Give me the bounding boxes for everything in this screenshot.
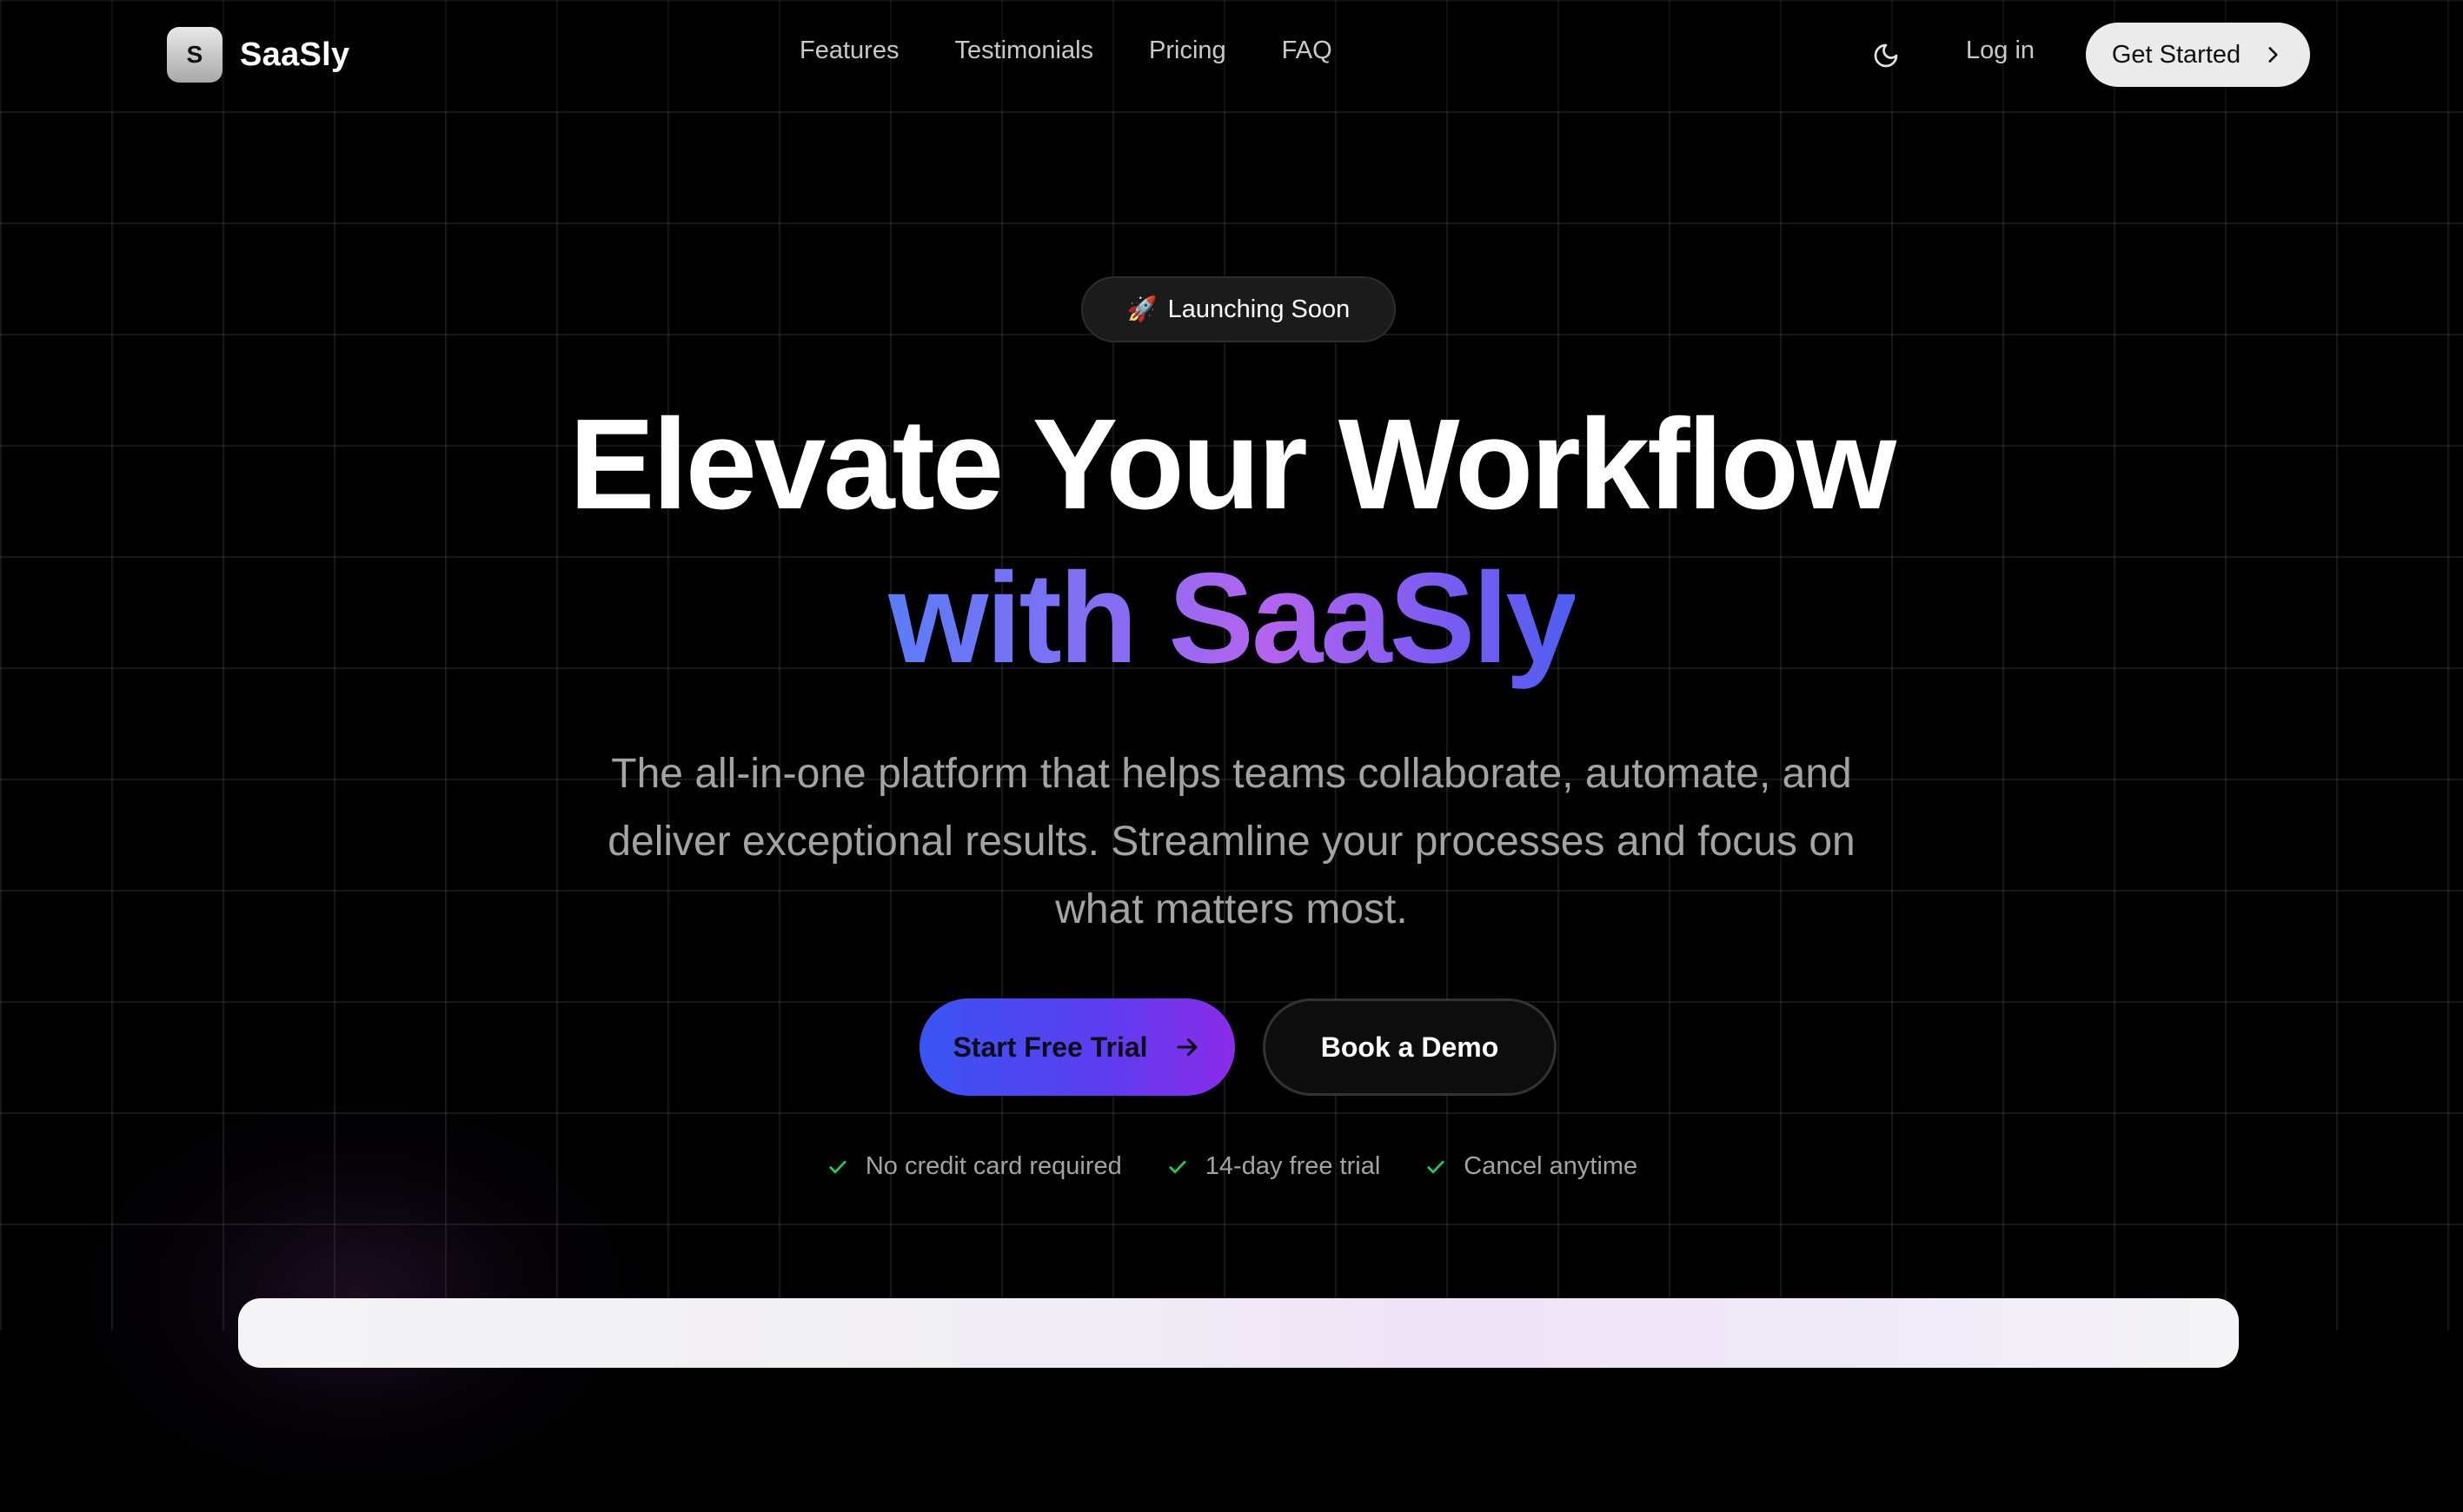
nav-link-pricing[interactable]: Pricing [1149,36,1226,65]
book-demo-label: Book a Demo [1320,1031,1499,1063]
login-link[interactable]: Log in [1966,36,2035,65]
brand-logo: S [167,27,222,83]
start-free-trial-button[interactable]: Start Free Trial [919,998,1235,1096]
nav-link-testimonials[interactable]: Testimonials [954,36,1093,65]
brand-name: SaaSly [240,36,350,73]
perk-label: Cancel anytime [1464,1152,1638,1180]
theme-toggle-button[interactable] [1869,38,1903,73]
moon-icon [1874,43,1898,68]
hero-perks: No credit card required 14-day free tria… [0,1152,2463,1181]
launching-soon-badge: 🚀 Launching Soon [1081,276,1396,342]
nav-link-faq[interactable]: FAQ [1282,36,1332,65]
nav-link-features[interactable]: Features [800,36,899,65]
perk-item: Cancel anytime [1424,1152,1637,1181]
badge-label: Launching Soon [1167,295,1351,323]
start-free-trial-label: Start Free Trial [953,1031,1148,1063]
check-icon [1427,1160,1444,1173]
nav-links: Features Testimonials Pricing FAQ [800,36,1332,65]
perk-label: 14-day free trial [1205,1152,1381,1180]
chevron-right-icon [2268,47,2278,63]
brand[interactable]: S SaaSly [167,27,349,83]
hero-headline-line2: with SaaSly [0,545,2463,693]
perk-item: No credit card required [826,1152,1122,1181]
perk-label: No credit card required [865,1152,1122,1180]
book-demo-button[interactable]: Book a Demo [1263,998,1557,1096]
product-preview-card [238,1298,2239,1368]
hero-description: The all-in-one platform that helps teams… [536,740,1927,944]
get-started-button[interactable]: Get Started [2086,23,2310,87]
hero-headline-line1: Elevate Your Workflow [568,393,1896,536]
rocket-icon: 🚀 [1126,295,1158,322]
hero-description-line1: The all-in-one platform that helps teams… [611,751,1852,797]
get-started-label: Get Started [2111,40,2241,69]
hero-description-line3: what matters most. [1055,886,1408,932]
perk-item: 14-day free trial [1165,1152,1381,1181]
check-icon [829,1160,846,1173]
check-icon [1169,1160,1186,1173]
background-glow [52,1078,661,1512]
hero-headline-gradient: with SaaSly [888,547,1577,690]
hero-description-line2: deliver exceptional results. Streamline … [607,819,1856,865]
top-navigation: S SaaSly Features Testimonials Pricing F… [0,0,2463,111]
arrow-right-icon [1177,1038,1198,1057]
